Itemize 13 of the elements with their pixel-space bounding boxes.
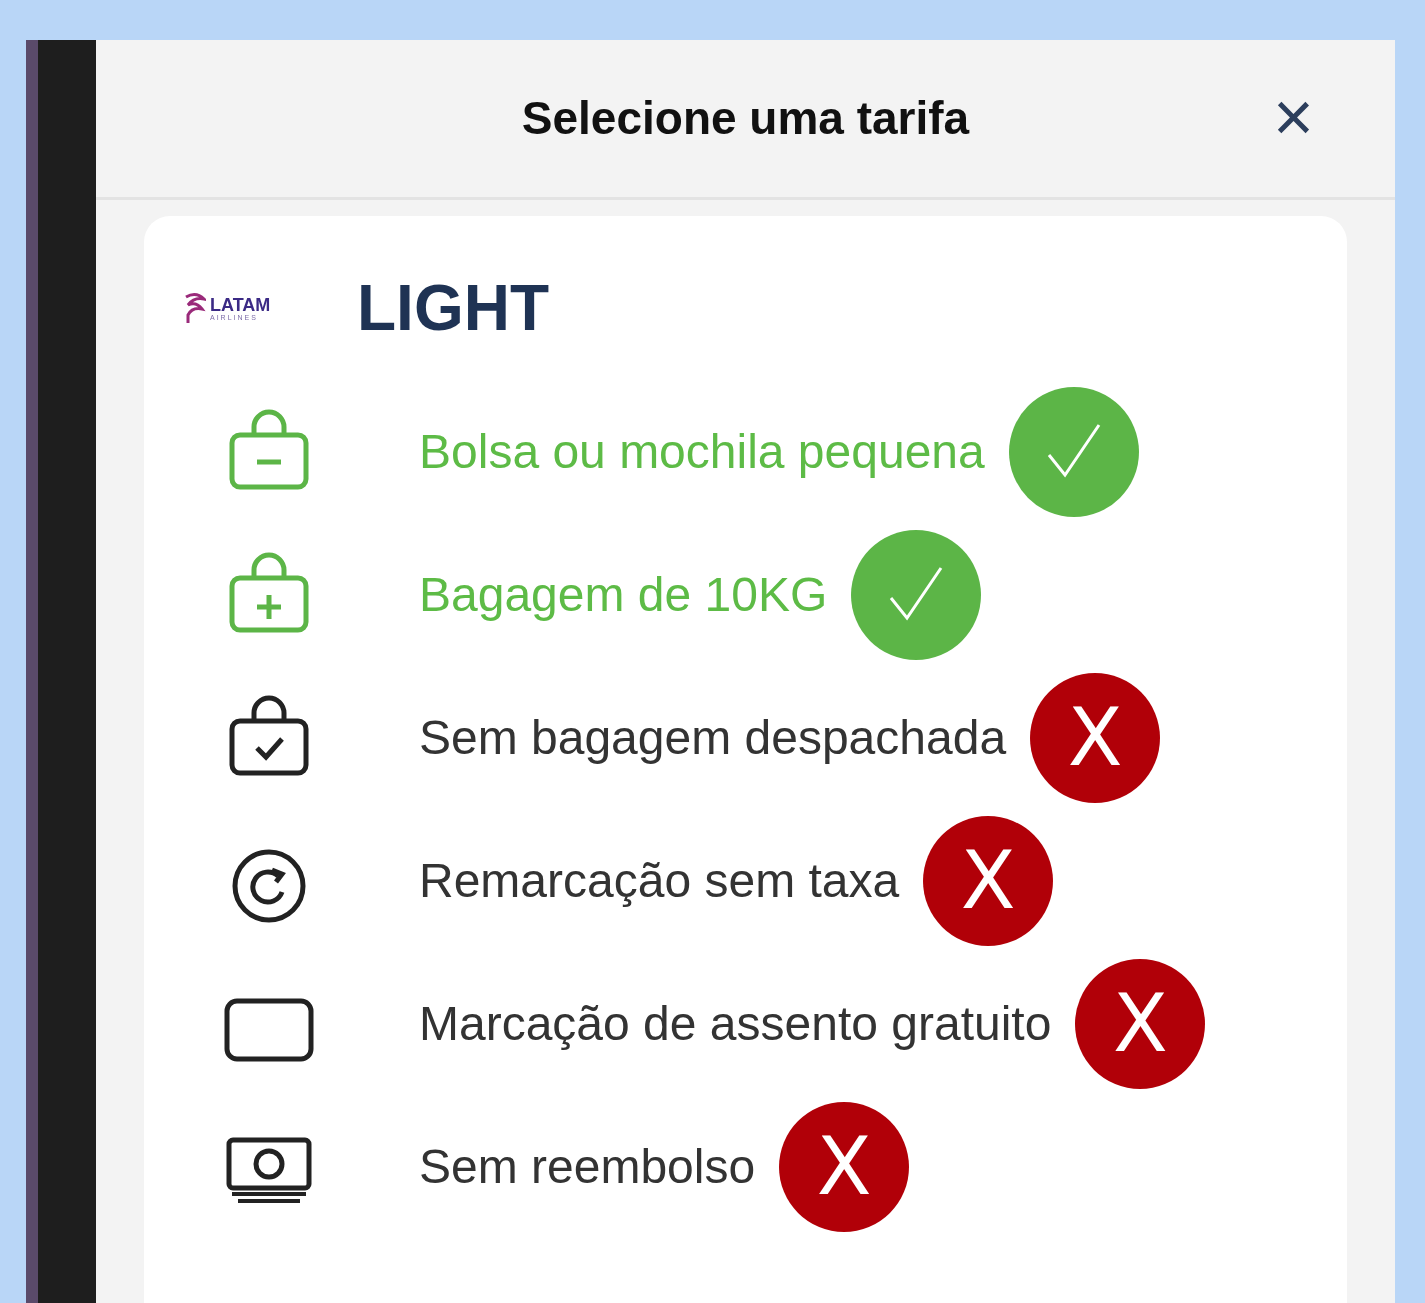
not-included-mark: X	[1075, 958, 1206, 1089]
feature-label: Bolsa ou mochila pequena	[419, 423, 985, 480]
not-included-mark: X	[779, 1101, 910, 1232]
feature-label: Sem bagagem despachada	[419, 709, 1007, 766]
fare-name: LIGHT	[357, 276, 549, 340]
modal-title: Selecione uma tarifa	[521, 91, 970, 146]
not-included-mark: X	[923, 815, 1054, 946]
feature-label: Sem reembolso	[419, 1138, 756, 1195]
feature-label: Bagagem de 10KG	[419, 566, 828, 623]
not-included-mark: X	[1030, 672, 1161, 803]
close-button[interactable]: ×	[1267, 82, 1320, 152]
feature-label: Marcação de assento gratuito	[419, 995, 1052, 1052]
feature-label: Remarcação sem taxa	[419, 852, 900, 909]
